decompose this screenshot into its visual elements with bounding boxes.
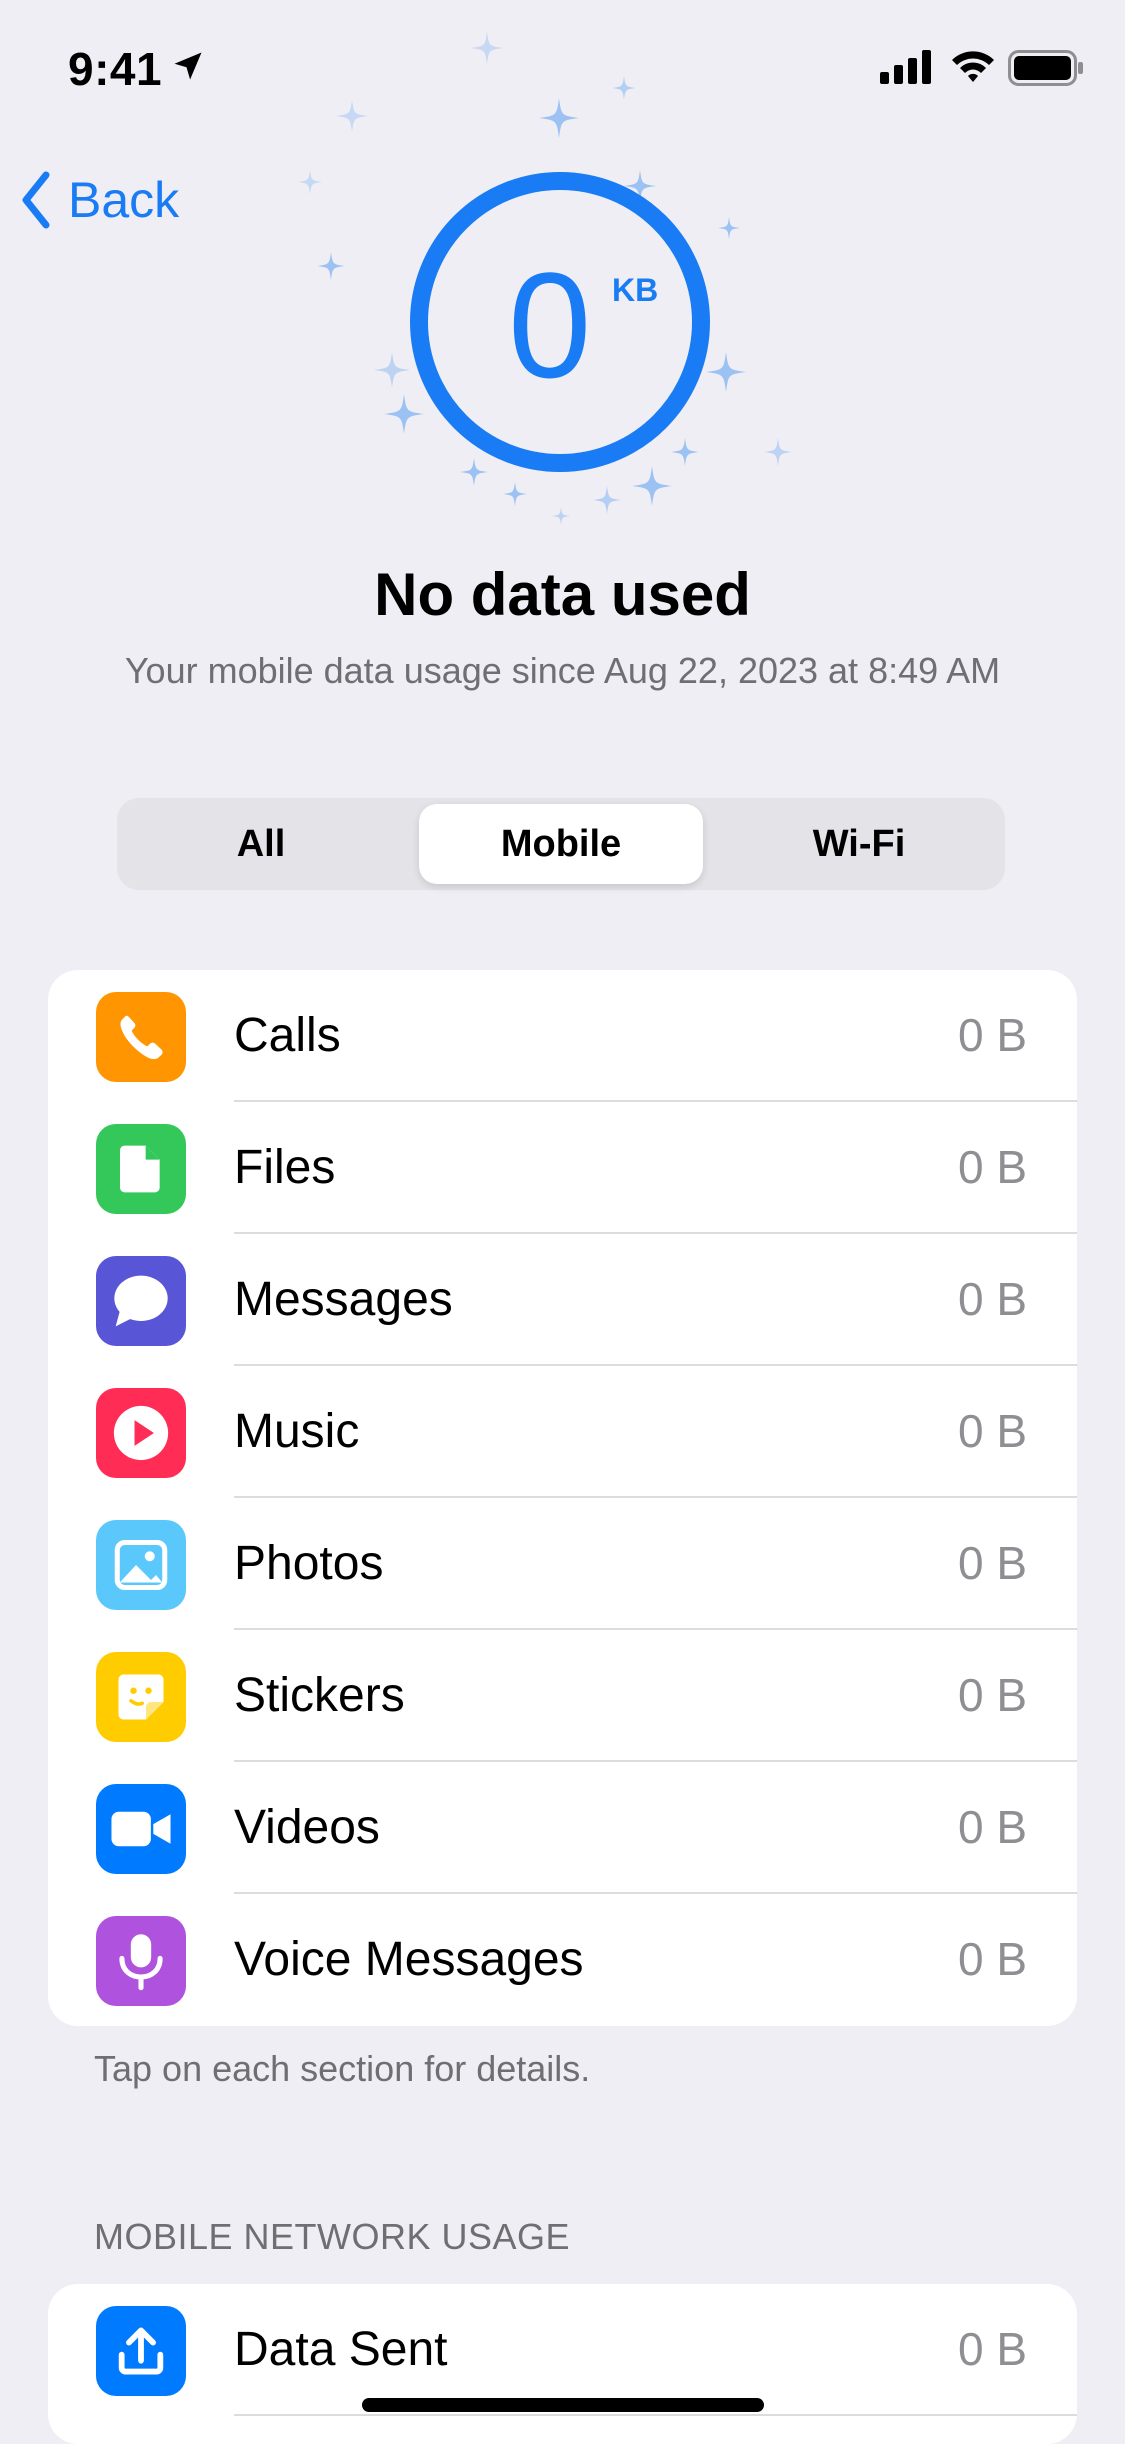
sticker-icon (96, 1652, 186, 1742)
list-item-voice-messages[interactable]: Voice Messages 0 B (48, 1894, 1077, 2026)
list-item-value: 0 B (957, 1537, 1027, 1589)
network-usage-list: Data Sent 0 B (48, 2284, 1077, 2444)
list-item-photos[interactable]: Photos 0 B (48, 1498, 1077, 1630)
section-header: MOBILE NETWORK USAGE (94, 2216, 571, 2257)
list-item-calls[interactable]: Calls 0 B (48, 970, 1077, 1102)
usage-value: 0 (508, 241, 592, 409)
segment-wifi[interactable]: Wi-Fi (717, 804, 1001, 884)
image-icon (96, 1520, 186, 1610)
list-item-stickers[interactable]: Stickers 0 B (48, 1630, 1077, 1762)
upload-icon (96, 2306, 186, 2396)
list-item-value: 0 B (957, 1933, 1027, 1985)
segment-mobile[interactable]: Mobile (419, 804, 703, 884)
list-item-value: 0 B (957, 1801, 1027, 1853)
file-icon (96, 1124, 186, 1214)
segment-all[interactable]: All (119, 804, 403, 884)
list-item-music[interactable]: Music 0 B (48, 1366, 1077, 1498)
list-item-value: 0 B (957, 1273, 1027, 1325)
list-item-value: 0 B (957, 2323, 1027, 2375)
list-item-data-sent[interactable]: Data Sent 0 B (48, 2284, 1077, 2416)
list-item-label: Stickers (234, 1669, 405, 1722)
play-icon (96, 1388, 186, 1478)
app-usage-list: Calls 0 B Files 0 B Messages 0 B Music 0… (48, 970, 1077, 2026)
video-camera-icon (96, 1784, 186, 1874)
list-item-videos[interactable]: Videos 0 B (48, 1762, 1077, 1894)
usage-unit: KB (612, 272, 659, 308)
list-item-label: Music (234, 1405, 360, 1458)
list-item-value: 0 B (957, 1141, 1027, 1193)
list-item-value: 0 B (957, 1009, 1027, 1061)
list-item-files[interactable]: Files 0 B (48, 1102, 1077, 1234)
list-item-label: Photos (234, 1537, 384, 1590)
home-indicator (362, 2398, 764, 2412)
list-item-label: Messages (234, 1273, 453, 1326)
list-item-label: Calls (234, 1009, 341, 1062)
speech-bubble-icon (96, 1256, 186, 1346)
list-item-label: Files (234, 1141, 336, 1194)
segmented-control: All Mobile Wi-Fi (117, 798, 1005, 890)
list-item-value: 0 B (957, 1405, 1027, 1457)
footnote: Tap on each section for details. (94, 2048, 591, 2089)
phone-icon (96, 992, 186, 1082)
list-item-label: Voice Messages (234, 1933, 584, 1986)
list-item-label: Data Sent (234, 2323, 448, 2376)
usage-subtitle: Your mobile data usage since Aug 22, 202… (124, 650, 1001, 691)
page-title: No data used (374, 561, 751, 628)
list-item-label: Videos (234, 1801, 380, 1854)
divider (234, 2414, 1077, 2416)
microphone-icon (96, 1916, 186, 2006)
list-item-value: 0 B (957, 1669, 1027, 1721)
list-item-messages[interactable]: Messages 0 B (48, 1234, 1077, 1366)
